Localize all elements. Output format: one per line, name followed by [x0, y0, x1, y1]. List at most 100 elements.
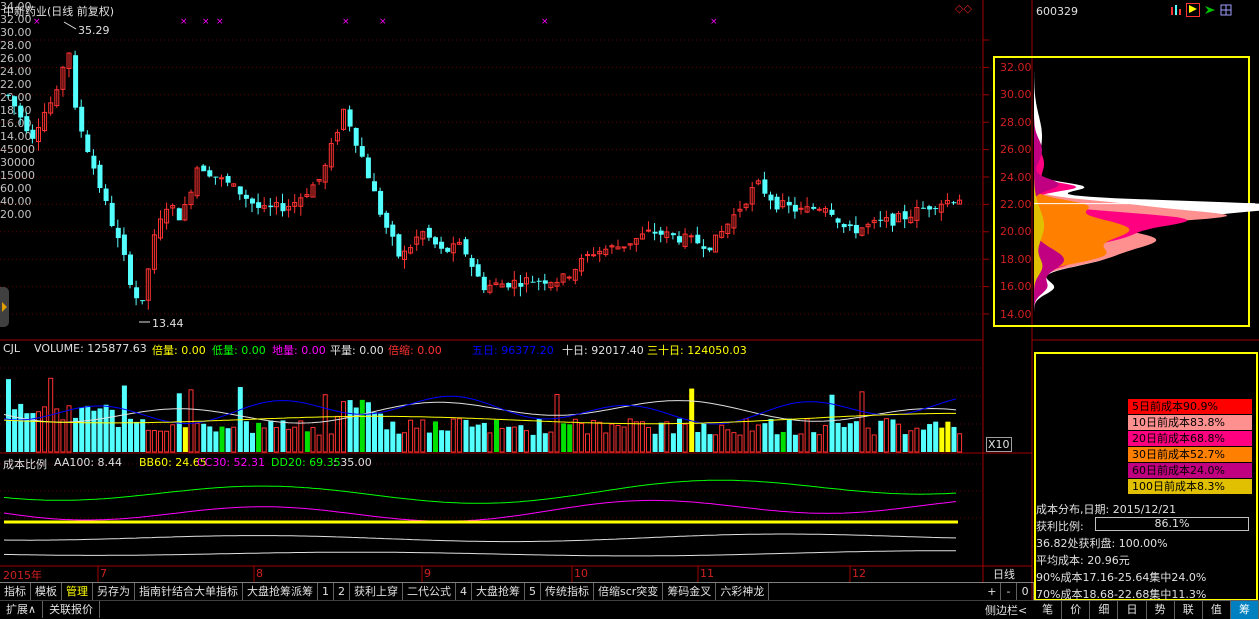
volume-bar — [707, 434, 713, 452]
candle-body — [902, 211, 908, 220]
di-liang: 低量: 0.00 — [212, 344, 266, 357]
formula-tab[interactable]: 指南针结合大单指标 — [135, 583, 243, 600]
stock-code: 600329 — [1036, 5, 1078, 18]
candle-body — [268, 205, 274, 208]
candle-body — [695, 234, 701, 244]
volume-bar — [841, 426, 847, 452]
volume-bar — [957, 433, 963, 453]
month-label: 10 — [574, 567, 588, 580]
candle-body — [237, 186, 243, 195]
grid-icon[interactable] — [1220, 4, 1232, 16]
volume-bar — [268, 420, 274, 452]
volume-bar — [701, 423, 707, 452]
volume-bar — [256, 422, 262, 452]
candle-body — [109, 202, 115, 226]
volume-bar — [554, 393, 560, 453]
candle-body — [176, 208, 182, 221]
candlesticks: × × × × × × × × — [6, 17, 963, 323]
volume-bar — [304, 431, 310, 452]
signal-marker: × — [216, 17, 224, 27]
volume-bar — [194, 422, 200, 453]
volume-bar — [475, 424, 481, 452]
chip-tick-label: 30.00 — [1000, 88, 1032, 102]
volume-bar — [151, 430, 157, 453]
candle-body — [426, 227, 432, 238]
candle-body — [566, 276, 572, 279]
formula-tab[interactable]: 大盘抢筹 — [472, 583, 525, 600]
candle-body — [677, 236, 682, 243]
arrow-icon[interactable] — [1204, 4, 1216, 16]
indicator-aa: AA100: 8.44 — [54, 456, 123, 469]
volume-bar — [591, 419, 597, 453]
tab-control-button[interactable]: + — [984, 583, 1001, 601]
bottom-tab[interactable]: 扩展∧ — [0, 601, 44, 618]
candle-body — [481, 276, 487, 291]
candle-body — [353, 127, 359, 146]
right-panel-tab[interactable]: 筹 — [1230, 601, 1259, 619]
candle-body — [646, 229, 651, 232]
formula-tab[interactable]: 5 — [525, 583, 541, 600]
volume-bar — [469, 426, 475, 452]
chart-type-icon[interactable] — [1170, 4, 1182, 16]
right-panel-tab[interactable]: 值 — [1203, 601, 1231, 619]
formula-tab[interactable]: 筹码金叉 — [663, 583, 717, 600]
formula-tab[interactable]: 传统指标 — [541, 583, 594, 600]
candle-body — [365, 157, 371, 179]
period-label[interactable]: 日线 — [993, 566, 1015, 582]
formula-tab[interactable]: 2 — [334, 583, 350, 600]
formula-tab[interactable]: 管理 — [62, 583, 93, 600]
volume-bar — [890, 419, 896, 452]
formula-tab[interactable]: 1 — [318, 583, 334, 600]
indicator-name[interactable]: 成本比例 — [3, 456, 47, 472]
volume-bar — [633, 421, 639, 453]
volume-bar — [530, 434, 536, 452]
right-panel-tab[interactable]: 日 — [1118, 601, 1147, 619]
flag-icon[interactable] — [1186, 3, 1200, 17]
formula-tab[interactable]: 倍缩scr突变 — [594, 583, 664, 600]
right-panel-tab[interactable]: 细 — [1090, 601, 1119, 619]
volume-bar — [902, 434, 908, 452]
volume-bar — [79, 407, 85, 452]
candle-body — [688, 235, 694, 238]
diamond-icon[interactable]: ◇◇ — [955, 2, 972, 15]
chip-legend-item: 60日前成本24.0% — [1128, 463, 1252, 478]
left-expand-handle[interactable] — [0, 287, 9, 327]
chip-tick-label: 18.00 — [1000, 252, 1032, 266]
candle-body — [536, 280, 542, 282]
candle-body — [372, 181, 377, 192]
formula-tab[interactable]: 获利上穿 — [350, 583, 403, 600]
right-panel-tab[interactable]: 价 — [1062, 601, 1091, 619]
sidebar-toggle[interactable]: 侧边栏< — [985, 602, 1027, 618]
tab-control-button[interactable]: 0 — [1017, 583, 1035, 601]
volume-bar — [811, 432, 817, 452]
tab-control-button[interactable]: - — [1001, 583, 1018, 601]
formula-tab[interactable]: 4 — [456, 583, 472, 600]
right-panel-tab[interactable]: 笔 — [1034, 601, 1063, 619]
volume-bar — [390, 421, 396, 452]
volume-bar — [878, 420, 884, 452]
volume-bar — [896, 423, 902, 453]
volume-bar — [798, 433, 804, 453]
volume-bar — [542, 433, 548, 452]
right-panel-tab[interactable]: 势 — [1147, 601, 1175, 619]
chip-tick-label: 22.00 — [1000, 198, 1032, 211]
bottom-tab[interactable]: 关联报价 — [43, 601, 101, 618]
volume-bar — [749, 430, 755, 453]
chip-legend-item: 10日前成本83.8% — [1128, 415, 1252, 430]
chip-tick-label: 32.00 — [1000, 61, 1032, 74]
formula-tab[interactable]: 模板 — [31, 583, 62, 600]
formula-tab[interactable]: 六彩神龙 — [716, 583, 770, 600]
candle-body — [219, 177, 224, 180]
volume-bar — [871, 434, 877, 453]
volume-bar — [60, 419, 66, 453]
volume-bar — [414, 427, 420, 453]
formula-tab[interactable]: 二代公式 — [403, 583, 456, 600]
volume-bar — [225, 428, 231, 452]
formula-tab[interactable]: 另存为 — [93, 583, 135, 600]
right-panel-tab[interactable]: 联 — [1175, 601, 1203, 619]
formula-tab[interactable]: 指标 — [0, 583, 31, 600]
formula-tab[interactable]: 大盘抢筹派筹 — [243, 583, 318, 600]
candle-body — [390, 224, 396, 237]
candle-body — [811, 206, 817, 209]
volume-bar — [121, 385, 127, 452]
